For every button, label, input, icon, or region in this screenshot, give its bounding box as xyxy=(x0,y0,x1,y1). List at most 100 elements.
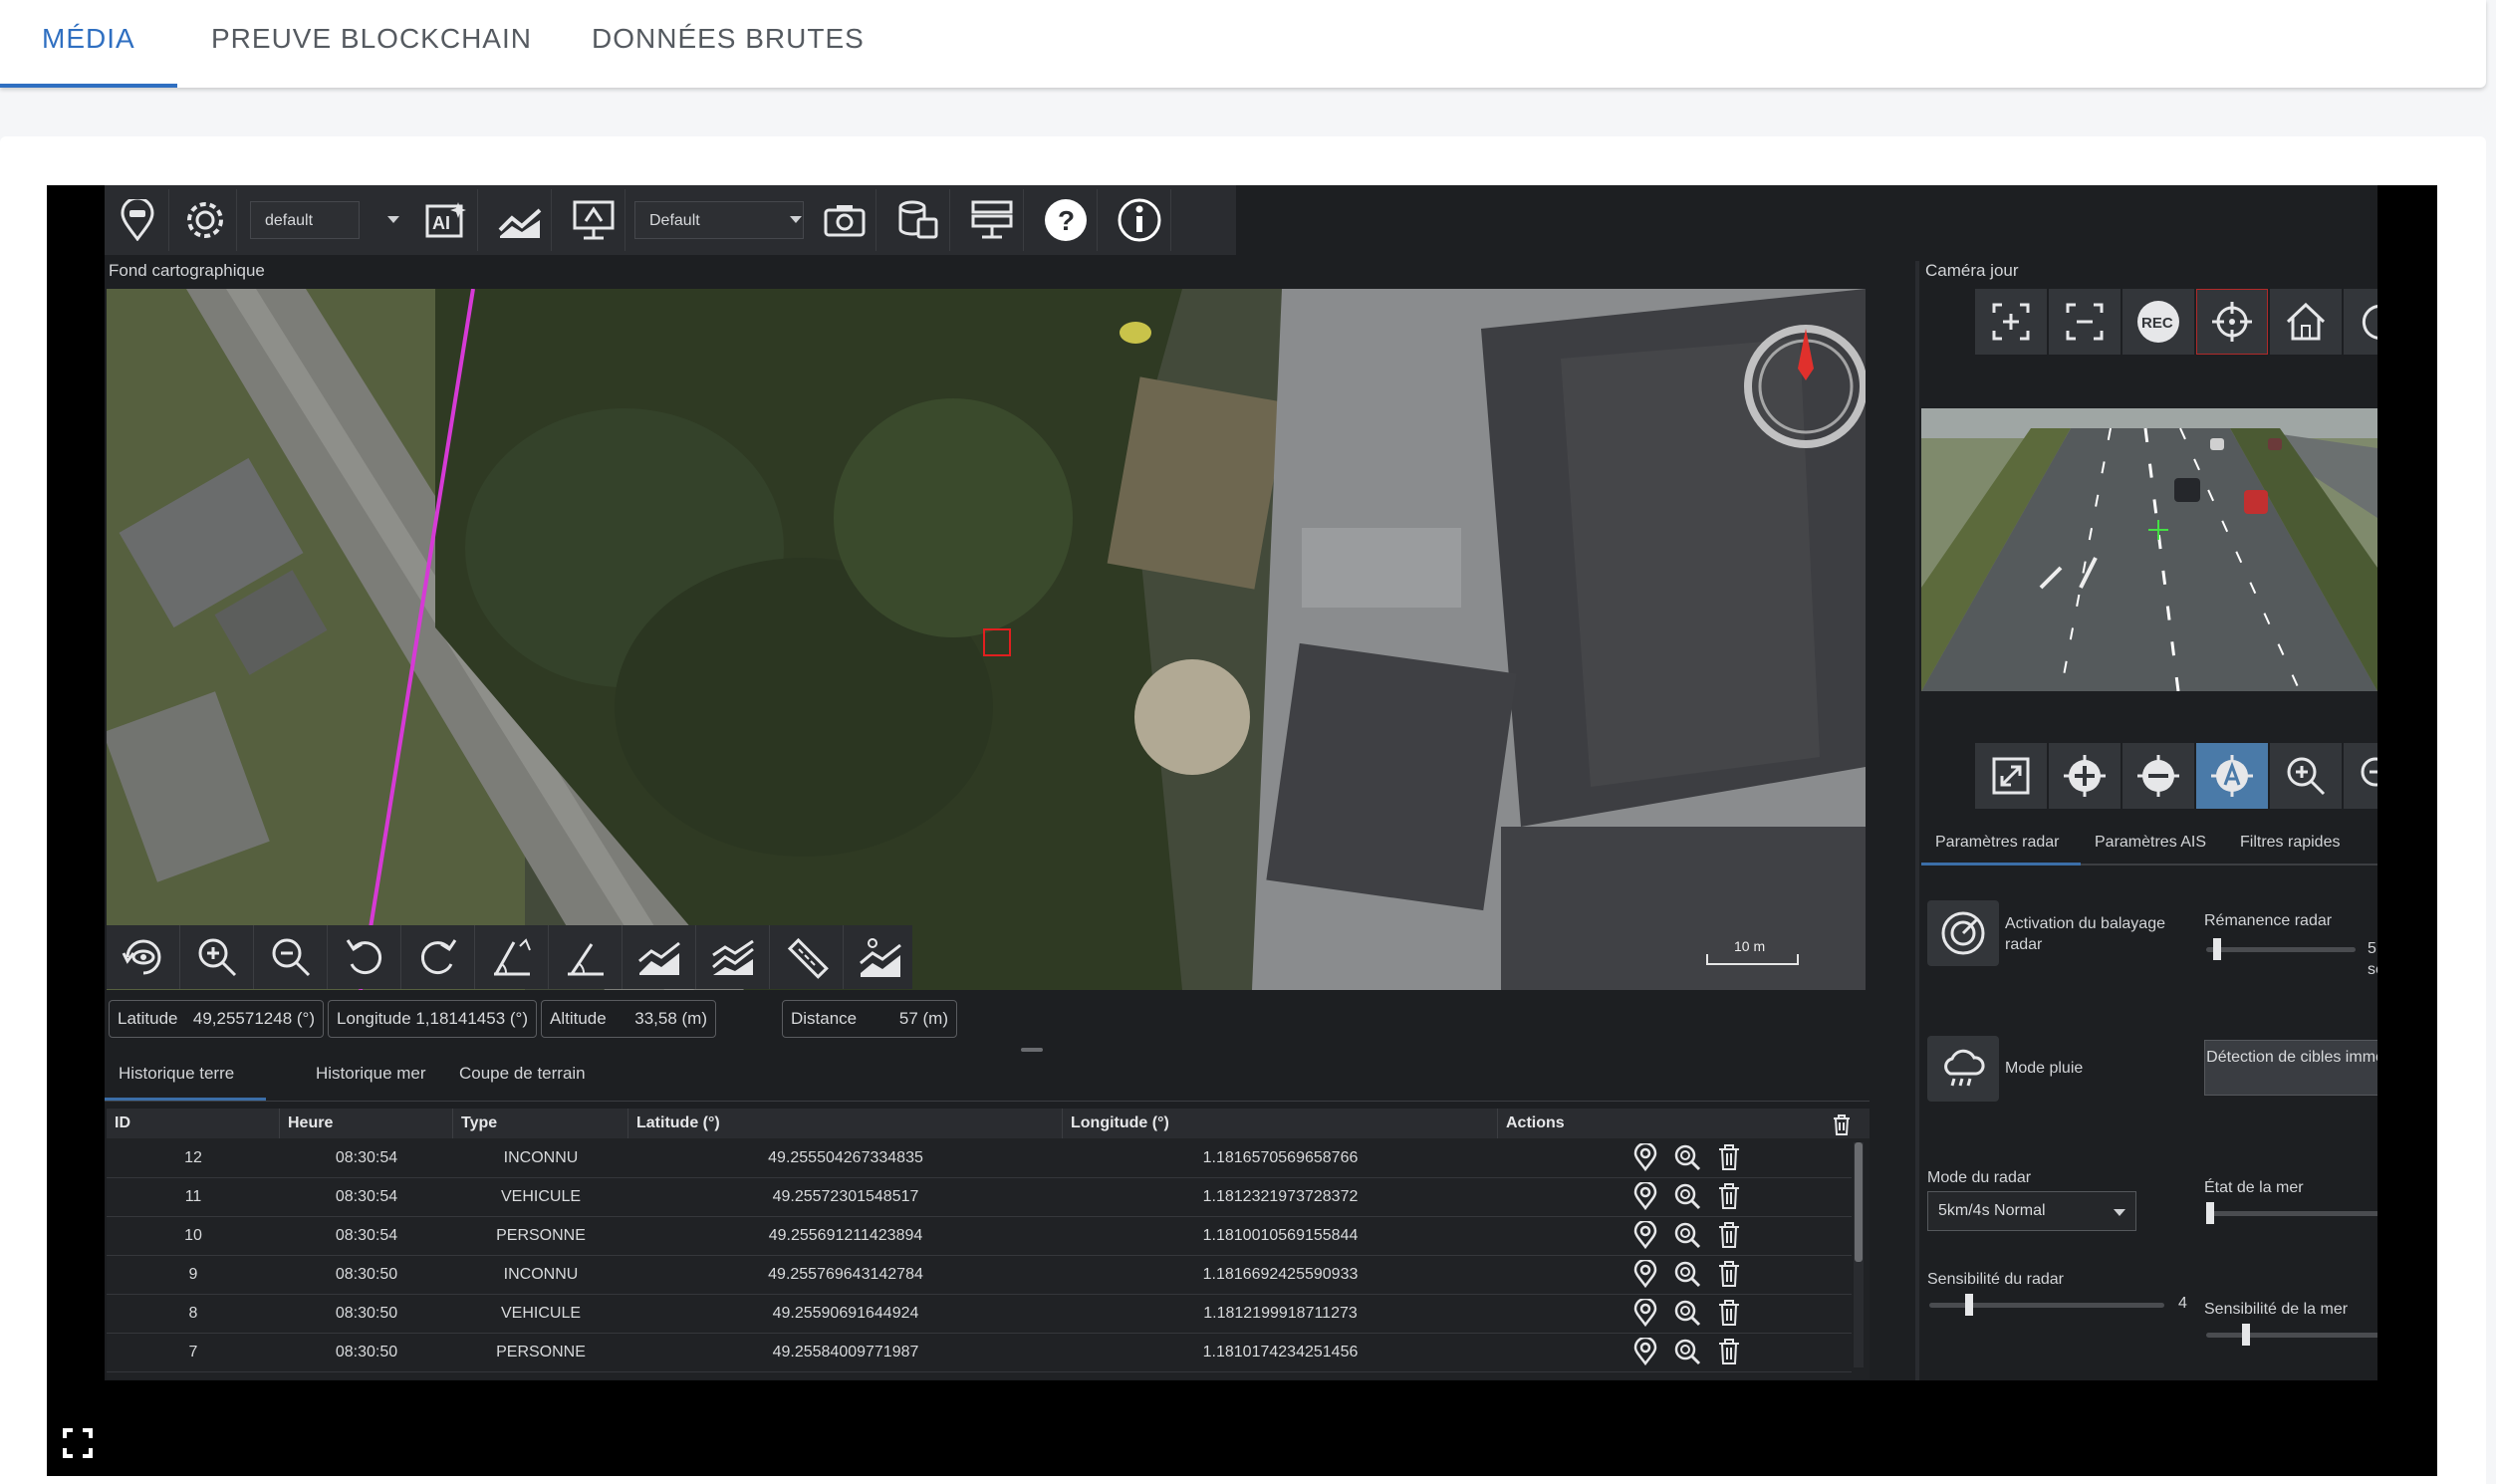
zoom-in-icon[interactable] xyxy=(180,925,254,989)
record-icon[interactable]: REC xyxy=(2122,289,2194,355)
delete-icon[interactable] xyxy=(1714,1337,1744,1366)
table-row[interactable]: 12 08:30:54 INCONNU 49.255504267334835 1.181… xyxy=(107,1138,1852,1178)
radar-sweep-toggle[interactable] xyxy=(1927,900,1999,966)
terrain-up-icon[interactable] xyxy=(623,925,696,989)
sea-sensitivity-slider-thumb[interactable] xyxy=(2242,1324,2250,1346)
crosshair-icon[interactable] xyxy=(2196,289,2268,355)
delete-icon[interactable] xyxy=(1714,1220,1744,1250)
column-header-longitude[interactable]: Longitude (°) xyxy=(1063,1109,1498,1138)
video-player[interactable]: default AI Default ? Fond cartographique… xyxy=(47,185,2437,1476)
layers-icon[interactable] xyxy=(844,925,916,989)
tab-parametres-radar[interactable]: Paramètres radar xyxy=(1935,834,2060,852)
column-header-latitude[interactable]: Latitude (°) xyxy=(628,1109,1063,1138)
terrain-down-icon[interactable] xyxy=(696,925,770,989)
zoom-out-icon[interactable] xyxy=(254,925,328,989)
inspect-icon[interactable] xyxy=(1672,1337,1702,1366)
rotate-view-icon[interactable] xyxy=(107,925,180,989)
radar-mode-select[interactable]: 5km/4s Normal xyxy=(1927,1191,2136,1231)
table-row[interactable]: 7 08:30:50 PERSONNE 49.25584009771987 1.1810… xyxy=(107,1333,1852,1372)
column-header-heure[interactable]: Heure xyxy=(280,1109,453,1138)
delete-icon[interactable] xyxy=(1714,1259,1744,1289)
ai-icon[interactable]: AI xyxy=(415,189,478,251)
inspect-icon[interactable] xyxy=(1672,1298,1702,1328)
cell-lat: 49.25572301548517 xyxy=(772,1188,919,1205)
database-icon[interactable] xyxy=(887,189,950,251)
satellite-map[interactable]: 10 m xyxy=(107,289,1866,990)
panel-splitter[interactable] xyxy=(1915,261,1919,1380)
cell-lat: 49.255769643142784 xyxy=(768,1266,923,1283)
tab-preuve-blockchain[interactable]: PREUVE BLOCKCHAIN xyxy=(169,0,574,88)
zoom-frame-in-icon[interactable] xyxy=(1975,289,2047,355)
rotate-left-icon[interactable] xyxy=(328,925,401,989)
delete-icon[interactable] xyxy=(1714,1181,1744,1211)
help-icon[interactable]: ? xyxy=(1035,189,1098,251)
inspect-icon[interactable] xyxy=(1672,1220,1702,1250)
radar-sensitivity-slider-thumb[interactable] xyxy=(1965,1294,1973,1316)
settings-icon[interactable] xyxy=(174,189,237,251)
ruler-icon[interactable] xyxy=(770,925,844,989)
inspect-icon[interactable] xyxy=(1672,1142,1702,1172)
camera-zoom-out-icon[interactable] xyxy=(2344,743,2377,809)
home-icon[interactable] xyxy=(2270,289,2342,355)
sea-sensitivity-slider-track[interactable] xyxy=(2206,1333,2377,1338)
layer-select[interactable]: default xyxy=(250,201,360,239)
delete-all-icon[interactable] xyxy=(1830,1113,1854,1136)
rotate-right-icon[interactable] xyxy=(401,925,475,989)
delete-icon[interactable] xyxy=(1714,1298,1744,1328)
refresh-icon[interactable] xyxy=(2344,289,2377,355)
auto-focus-icon[interactable] xyxy=(2196,743,2268,809)
fullscreen-toggle-icon[interactable] xyxy=(63,1428,93,1458)
sea-state-slider-thumb[interactable] xyxy=(2206,1202,2214,1224)
locate-icon[interactable] xyxy=(1630,1220,1660,1250)
zoom-frame-out-icon[interactable] xyxy=(2049,289,2121,355)
focus-near-icon[interactable] xyxy=(2049,743,2121,809)
table-row[interactable]: 8 08:30:50 VEHICULE 49.25590691644924 1.1812… xyxy=(107,1294,1852,1334)
terrain-icon[interactable] xyxy=(489,189,552,251)
still-targets-detection-button[interactable]: Détection de cibles immobiles xyxy=(2204,1040,2377,1096)
tab-filtres-rapides[interactable]: Filtres rapides xyxy=(2240,834,2340,852)
locate-icon[interactable] xyxy=(1630,1298,1660,1328)
remanence-slider-track[interactable] xyxy=(2206,947,2356,952)
inspect-icon[interactable] xyxy=(1672,1259,1702,1289)
chevron-down-icon[interactable] xyxy=(387,216,399,223)
info-icon[interactable] xyxy=(1109,189,1171,251)
fullscreen-icon[interactable] xyxy=(1975,743,2047,809)
locate-icon[interactable] xyxy=(1630,1337,1660,1366)
tab-historique-terre[interactable]: Historique terre xyxy=(119,1064,234,1084)
tab-coupe-de-terrain[interactable]: Coupe de terrain xyxy=(459,1064,586,1084)
camera-icon[interactable] xyxy=(814,189,876,251)
panel-resize-handle[interactable] xyxy=(1021,1048,1043,1052)
rain-mode-toggle[interactable] xyxy=(1927,1036,1999,1102)
angle-down-icon[interactable] xyxy=(549,925,623,989)
column-header-id[interactable]: ID xyxy=(107,1109,280,1138)
tab-parametres-ais[interactable]: Paramètres AIS xyxy=(2095,834,2206,852)
table-scrollbar-thumb[interactable] xyxy=(1855,1142,1863,1262)
delete-icon[interactable] xyxy=(1714,1142,1744,1172)
server-list-icon[interactable] xyxy=(961,189,1024,251)
remanence-slider-thumb[interactable] xyxy=(2213,938,2221,960)
tab-donnees-brutes[interactable]: DONNÉES BRUTES xyxy=(550,0,906,88)
camera-video-feed[interactable] xyxy=(1921,408,2377,691)
view-select[interactable]: Default xyxy=(634,201,804,239)
inspect-icon[interactable] xyxy=(1672,1181,1702,1211)
locate-icon[interactable] xyxy=(1630,1142,1660,1172)
main-toolbar: default AI Default ? xyxy=(105,185,1236,255)
tab-historique-mer[interactable]: Historique mer xyxy=(316,1064,426,1084)
table-scrollbar[interactable] xyxy=(1854,1142,1864,1367)
tab-media[interactable]: MÉDIA xyxy=(0,0,177,88)
map-section-label: Fond cartographique xyxy=(109,261,265,280)
map-pin-car-icon[interactable] xyxy=(107,189,169,251)
locate-icon[interactable] xyxy=(1630,1259,1660,1289)
angle-up-icon[interactable] xyxy=(475,925,549,989)
table-row[interactable]: 9 08:30:50 INCONNU 49.255769643142784 1.1816… xyxy=(107,1255,1852,1295)
locate-icon[interactable] xyxy=(1630,1181,1660,1211)
monitor-icon[interactable] xyxy=(563,189,625,251)
chevron-down-icon[interactable] xyxy=(790,216,802,223)
focus-far-icon[interactable] xyxy=(2122,743,2194,809)
sea-state-slider-track[interactable] xyxy=(2206,1211,2377,1216)
cell-heure: 08:30:50 xyxy=(335,1344,398,1360)
table-row[interactable]: 10 08:30:54 PERSONNE 49.255691211423894 1.18… xyxy=(107,1216,1852,1256)
camera-zoom-in-icon[interactable] xyxy=(2270,743,2342,809)
column-header-type[interactable]: Type xyxy=(453,1109,628,1138)
table-row[interactable]: 11 08:30:54 VEHICULE 49.25572301548517 1.181… xyxy=(107,1177,1852,1217)
